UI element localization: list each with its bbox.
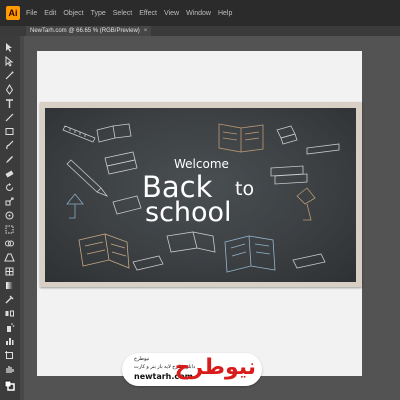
color-swatch-icon[interactable] [4, 380, 15, 391]
menu-select[interactable]: Select [113, 10, 132, 17]
tools-panel [0, 36, 21, 400]
chalk-open-book-icon [224, 235, 276, 273]
type-tool-icon[interactable] [4, 98, 15, 109]
rectangle-tool-icon[interactable] [4, 126, 15, 137]
hand-tool-icon[interactable] [4, 364, 15, 375]
scale-tool-icon[interactable] [4, 196, 15, 207]
shape-builder-tool-icon[interactable] [4, 238, 15, 249]
menu-effect[interactable]: Effect [139, 10, 157, 17]
artboard-tool-icon[interactable] [4, 350, 15, 361]
welcome-text: Welcome [174, 157, 229, 171]
menu-edit[interactable]: Edit [44, 10, 56, 17]
graph-tool-icon[interactable] [4, 336, 15, 347]
menu-help[interactable]: Help [218, 10, 232, 17]
chalk-books-icon [276, 125, 298, 145]
school-text: school [145, 197, 232, 228]
chalk-pencil-icon [66, 159, 109, 197]
direct-selection-tool-icon[interactable] [4, 56, 15, 67]
menu-view[interactable]: View [164, 10, 179, 17]
pencil-tool-icon[interactable] [4, 154, 15, 165]
vertical-ruler [20, 36, 24, 400]
close-icon[interactable]: × [144, 28, 148, 34]
menu-file[interactable]: File [26, 10, 37, 17]
mesh-tool-icon[interactable] [4, 266, 15, 277]
menu-window[interactable]: Window [186, 10, 211, 17]
document-tab[interactable]: NewTarh.com @ 66.65 % (RGB/Preview) × [26, 26, 152, 36]
blackboard-artwork[interactable]: Welcome Back to school [45, 108, 356, 282]
to-text: to [235, 178, 255, 200]
chalk-lamp-icon [296, 187, 316, 221]
chalk-ruler-icon [62, 125, 96, 143]
eraser-tool-icon[interactable] [4, 168, 15, 179]
symbol-sprayer-tool-icon[interactable] [4, 322, 15, 333]
watermark-logo: نیوطرح [174, 355, 256, 380]
warp-tool-icon[interactable] [4, 210, 15, 221]
menu-type[interactable]: Type [91, 10, 106, 17]
watermark-title: نیوطرح [134, 356, 150, 362]
chalk-open-book-icon [218, 123, 264, 153]
perspective-tool-icon[interactable] [4, 252, 15, 263]
chalk-books-icon [166, 231, 216, 253]
document-tab-label: NewTarh.com @ 66.65 % (RGB/Preview) [30, 28, 140, 34]
chalk-book-icon [112, 195, 142, 215]
chalk-closed-book-icon [132, 255, 164, 271]
selection-tool-icon[interactable] [4, 42, 15, 53]
blend-tool-icon[interactable] [4, 308, 15, 319]
menu-bar: Ai File Edit Object Type Select Effect V… [0, 0, 400, 26]
chalk-closed-book-icon [292, 253, 326, 269]
document-tab-bar: NewTarh.com @ 66.65 % (RGB/Preview) × [0, 26, 400, 36]
free-transform-tool-icon[interactable] [4, 224, 15, 235]
gradient-tool-icon[interactable] [4, 280, 15, 291]
chalk-book-icon [96, 123, 132, 143]
watermark-badge: نیوطرح دانلود طرح لایه باز بنر و کارت ne… [122, 353, 262, 386]
pen-tool-icon[interactable] [4, 84, 15, 95]
chalk-open-book-icon [78, 233, 130, 269]
chalk-lamp-icon [66, 193, 84, 219]
eyedropper-tool-icon[interactable] [4, 294, 15, 305]
rotate-tool-icon[interactable] [4, 182, 15, 193]
paintbrush-tool-icon[interactable] [4, 140, 15, 151]
chalk-stack-books-icon [270, 165, 308, 185]
illustrator-logo-icon[interactable]: Ai [6, 6, 20, 20]
menu-object[interactable]: Object [63, 10, 83, 17]
magic-wand-tool-icon[interactable] [4, 70, 15, 81]
chalk-ruler-icon [306, 143, 340, 155]
line-tool-icon[interactable] [4, 112, 15, 123]
chalk-stack-books-icon [104, 151, 138, 175]
